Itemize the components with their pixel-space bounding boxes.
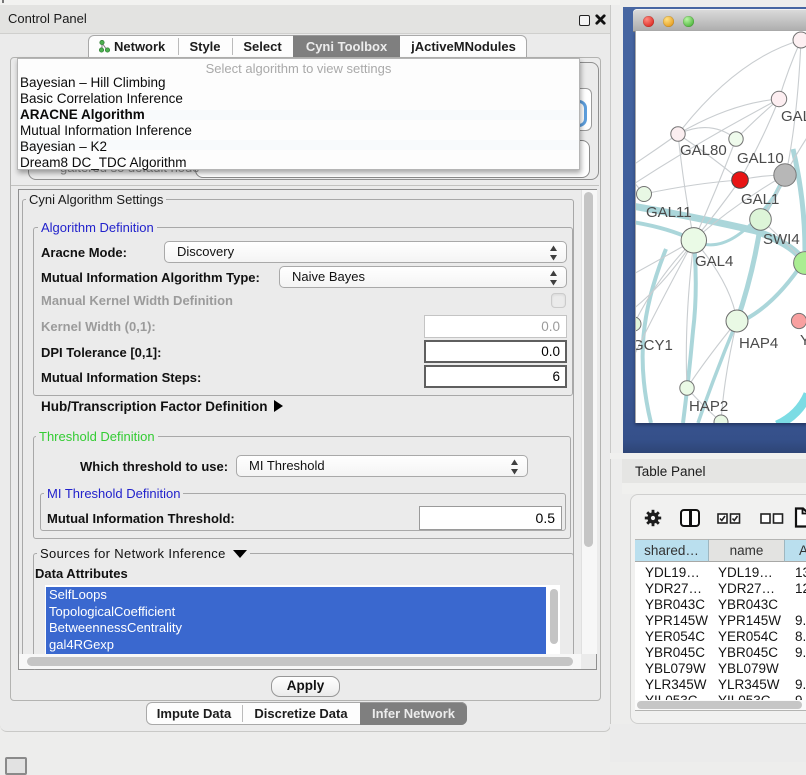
svg-text:GAL11: GAL11 [646, 204, 692, 221]
svg-text:GCY1: GCY1 [635, 337, 673, 354]
svg-text:HAP4: HAP4 [739, 335, 778, 352]
svg-text:HAP2: HAP2 [689, 398, 728, 415]
svg-text:YJ: YJ [800, 332, 806, 349]
svg-text:GAL80: GAL80 [680, 142, 727, 159]
svg-text:GAL1: GAL1 [741, 191, 779, 208]
svg-text:GAL4: GAL4 [695, 253, 733, 270]
svg-text:SWI4: SWI4 [763, 231, 800, 248]
svg-text:GAL7: GAL7 [781, 108, 806, 125]
svg-text:GAL10: GAL10 [737, 150, 784, 167]
